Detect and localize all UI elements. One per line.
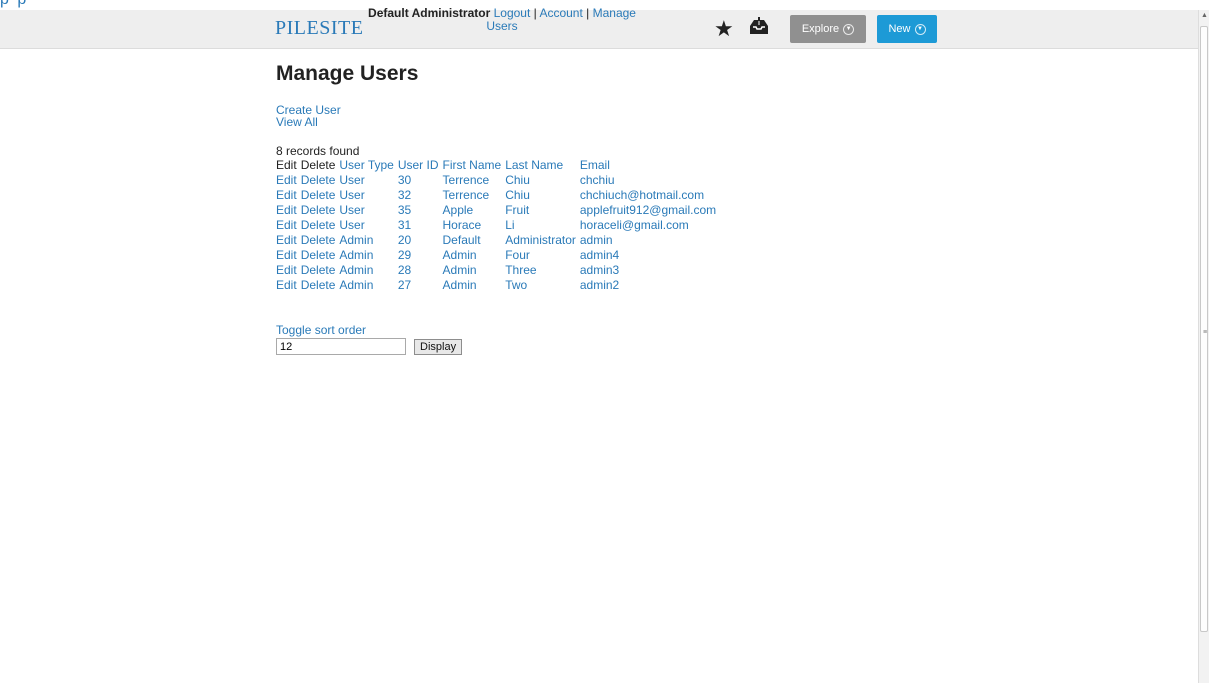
user-menu: Default Administrator Logout | Account |… [368,6,636,33]
edit-link[interactable]: Edit [274,263,299,278]
column-header-edit: Edit [276,158,297,172]
table-row: Edit Delete Admin 28 Admin Three admin3 [274,263,718,278]
user-type-cell: User [339,218,365,232]
table-row: Edit Delete Admin 29 Admin Four admin4 [274,248,718,263]
last-name-cell: Two [505,278,528,292]
user-id-cell: 31 [397,218,412,232]
account-link[interactable]: Account [539,6,582,20]
email-cell: chchiuch@hotmail.com [579,188,705,202]
email-cell: admin3 [579,263,620,277]
last-name-cell: Fruit [505,203,530,217]
column-header-user-id[interactable]: User ID [396,158,441,173]
inbox-download-icon[interactable] [748,16,770,36]
table-row: Edit Delete User 30 Terrence Chiu chchiu [274,173,718,188]
email-cell: chchiu [579,173,615,187]
column-header-first-name[interactable]: First Name [441,158,504,173]
table-row: Edit Delete User 32 Terrence Chiu chchiuch@hot… [274,188,718,203]
corner-text[interactable]: p p [0,0,28,9]
delete-link[interactable]: Delete [299,233,338,248]
current-user-name: Default Administrator [368,6,491,20]
user-type-cell: Admin [339,233,374,247]
user-type-cell: Admin [339,278,374,292]
user-id-cell: 29 [397,248,412,262]
vertical-scrollbar[interactable]: ▲ ≡ [1198,10,1209,683]
first-name-cell: Admin [442,278,477,292]
star-icon[interactable]: ★ [714,16,734,42]
explore-button[interactable]: Explore ▼ [790,15,866,43]
new-button-label: New [888,23,911,35]
records-count: 8 records found [276,144,360,158]
table-header-row: Edit Delete User Type User ID First Name… [274,158,718,173]
column-header-email[interactable]: Email [578,158,718,173]
user-id-cell: 30 [397,173,412,187]
delete-link[interactable]: Delete [299,248,338,263]
explore-button-label: Explore [801,23,840,35]
edit-link[interactable]: Edit [274,188,299,203]
first-name-cell: Default [442,233,481,247]
delete-link[interactable]: Delete [299,263,338,278]
delete-link[interactable]: Delete [299,278,338,293]
table-row: Edit Delete Admin 27 Admin Two admin2 [274,278,718,293]
table-row: Edit Delete User 31 Horace Li horaceli@gmail.c… [274,218,718,233]
user-actions: Create User View All [276,104,341,128]
table-row: Edit Delete Admin 20 Default Administrator adm… [274,233,718,248]
delete-link[interactable]: Delete [299,218,338,233]
grip-icon: ≡ [1203,329,1208,336]
delete-link[interactable]: Delete [299,203,338,218]
table-row: Edit Delete User 35 Apple Fruit applefruit912@… [274,203,718,218]
last-name-cell: Administrator [505,233,576,247]
column-header-delete: Delete [300,158,336,172]
first-name-cell: Admin [442,263,477,277]
email-cell: horaceli@gmail.com [579,218,689,232]
user-type-cell: User [339,188,365,202]
scrollbar-thumb[interactable]: ≡ [1200,26,1208,632]
new-button[interactable]: New ▼ [877,15,937,43]
chevron-down-icon: ▼ [914,23,926,35]
chevron-down-icon: ▼ [843,23,855,35]
logout-link[interactable]: Logout [494,6,531,20]
first-name-cell: Terrence [442,173,490,187]
edit-link[interactable]: Edit [274,233,299,248]
view-all-link[interactable]: View All [276,115,318,129]
user-id-cell: 27 [397,278,412,292]
delete-link[interactable]: Delete [299,188,338,203]
site-logo[interactable]: PILESITE [275,17,363,40]
user-type-cell: User [339,173,365,187]
email-cell: applefruit912@gmail.com [579,203,717,217]
edit-link[interactable]: Edit [274,203,299,218]
edit-link[interactable]: Edit [274,218,299,233]
last-name-cell: Chiu [505,173,530,187]
first-name-cell: Apple [442,203,474,217]
first-name-cell: Terrence [442,188,490,202]
edit-link[interactable]: Edit [274,278,299,293]
email-cell: admin2 [579,278,620,292]
delete-link[interactable]: Delete [299,173,338,188]
last-name-cell: Three [505,263,537,277]
user-id-cell: 28 [397,263,412,277]
display-button[interactable]: Display [414,339,463,355]
user-id-cell: 35 [397,203,412,217]
email-cell: admin [579,233,613,247]
edit-link[interactable]: Edit [274,248,299,263]
display-count-input[interactable] [276,338,406,355]
last-name-cell: Li [505,218,515,232]
column-header-user-type[interactable]: User Type [337,158,395,173]
user-id-cell: 20 [397,233,412,247]
column-header-last-name[interactable]: Last Name [503,158,578,173]
email-cell: admin4 [579,248,620,262]
last-name-cell: Four [505,248,530,262]
first-name-cell: Admin [442,248,477,262]
user-type-cell: Admin [339,263,374,277]
last-name-cell: Chiu [505,188,530,202]
edit-link[interactable]: Edit [274,173,299,188]
user-type-cell: User [339,203,365,217]
scroll-up-arrow-icon[interactable]: ▲ [1201,12,1208,19]
page-title: Manage Users [276,62,419,85]
first-name-cell: Horace [442,218,482,232]
users-table: Edit Delete User Type User ID First Name… [274,158,718,293]
user-type-cell: Admin [339,248,374,262]
user-id-cell: 32 [397,188,412,202]
toggle-sort-order-link[interactable]: Toggle sort order [276,323,366,337]
